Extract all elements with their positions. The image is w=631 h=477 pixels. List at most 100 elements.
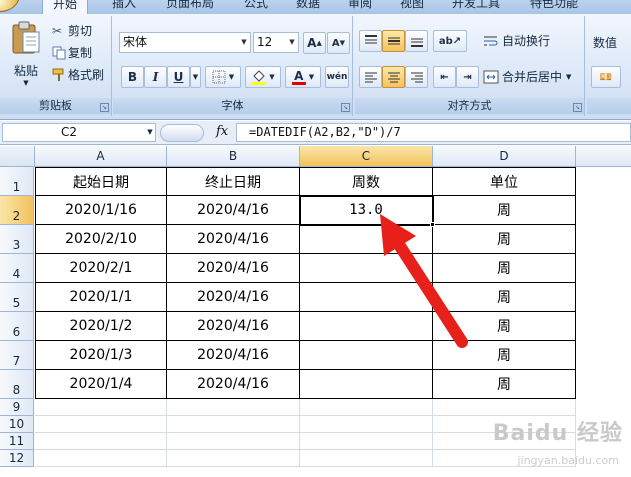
table-cell[interactable]: 2020/2/10 [35, 225, 167, 254]
empty-cell[interactable] [433, 399, 576, 416]
shrink-font-button[interactable]: A ▼ [327, 32, 350, 54]
row-header[interactable]: 10 [0, 416, 34, 433]
align-right-button[interactable] [405, 66, 428, 88]
header-cell-unit[interactable]: 单位 [433, 167, 576, 196]
header-cell-weeks[interactable]: 周数 [300, 167, 433, 196]
column-header-a[interactable]: A [35, 146, 167, 167]
tab-page-layout[interactable]: 页面布局 [166, 0, 214, 14]
office-button[interactable] [0, 0, 20, 12]
cut-button[interactable]: ✂ 剪切 [52, 22, 92, 39]
chevron-down-icon[interactable]: ▼ [566, 73, 571, 81]
align-bottom-button[interactable] [405, 30, 428, 52]
tab-data[interactable]: 数据 [296, 0, 320, 14]
table-cell[interactable]: 2020/4/16 [167, 370, 300, 399]
paste-button[interactable]: 粘贴 ▼ [6, 20, 46, 98]
table-cell[interactable]: 2020/4/16 [167, 225, 300, 254]
row-header[interactable]: 9 [0, 399, 34, 416]
underline-button[interactable]: U [167, 66, 190, 88]
font-launcher-icon[interactable]: ↘ [341, 103, 350, 112]
row-header[interactable]: 3 [0, 225, 34, 254]
formula-bar-resize-handle[interactable] [160, 124, 204, 142]
format-painter-button[interactable]: 格式刷 [52, 66, 104, 83]
empty-cell[interactable] [300, 416, 433, 433]
name-box[interactable]: C2 [2, 123, 156, 142]
row-header[interactable]: 5 [0, 283, 34, 312]
phonetic-button[interactable]: wén [325, 66, 349, 88]
increase-indent-button[interactable]: ⇥ [456, 66, 479, 88]
row-header[interactable]: 2 [0, 196, 34, 225]
empty-cell[interactable] [167, 416, 300, 433]
align-center-button[interactable] [382, 66, 405, 88]
copy-button[interactable]: 复制 [52, 44, 92, 61]
table-cell[interactable]: 2020/4/16 [167, 283, 300, 312]
italic-button[interactable]: I [144, 66, 167, 88]
tab-view[interactable]: 视图 [400, 0, 424, 14]
wrap-text-button[interactable]: 自动换行 [483, 32, 550, 49]
empty-cell[interactable] [167, 450, 300, 467]
row-header[interactable]: 1 [0, 167, 34, 196]
empty-cell[interactable] [167, 399, 300, 416]
align-top-button[interactable] [359, 30, 382, 52]
table-cell[interactable]: 2020/4/16 [167, 341, 300, 370]
empty-cell[interactable] [35, 416, 167, 433]
grow-font-button[interactable]: A ▲ [303, 32, 326, 54]
borders-button[interactable]: ▼ [205, 66, 241, 88]
empty-cell[interactable] [300, 450, 433, 467]
chevron-down-icon[interactable]: ▼ [286, 33, 298, 52]
currency-button[interactable]: 💴 [591, 66, 621, 88]
row-header[interactable]: 11 [0, 433, 34, 450]
header-cell-end-date[interactable]: 终止日期 [167, 167, 300, 196]
underline-dropdown[interactable]: ▼ [190, 66, 201, 88]
font-color-button[interactable]: A ▼ [285, 66, 321, 88]
font-size-combo[interactable]: 12 ▼ [253, 32, 299, 53]
row-header[interactable]: 7 [0, 341, 34, 370]
decrease-indent-button[interactable]: ⇤ [433, 66, 456, 88]
column-header-c[interactable]: C [300, 146, 433, 167]
bold-button[interactable]: B [121, 66, 144, 88]
align-middle-button[interactable] [382, 30, 405, 52]
select-all-corner[interactable] [0, 146, 35, 167]
tab-home[interactable]: 开始 [42, 0, 89, 14]
table-cell[interactable]: 2020/1/3 [35, 341, 167, 370]
row-header[interactable]: 12 [0, 450, 34, 467]
merge-center-button[interactable]: 合并后居中 ▼ [483, 68, 571, 85]
orientation-button[interactable]: ab↗ [433, 30, 467, 52]
insert-function-icon[interactable]: fx [216, 124, 228, 139]
table-cell[interactable]: 2020/4/16 [167, 196, 300, 225]
row-header[interactable]: 8 [0, 370, 34, 399]
clipboard-launcher-icon[interactable]: ↘ [100, 103, 109, 112]
tab-review[interactable]: 审阅 [348, 0, 372, 14]
column-header-b[interactable]: B [167, 146, 300, 167]
column-header-e[interactable] [576, 146, 631, 167]
table-cell[interactable]: 2020/4/16 [167, 254, 300, 283]
chevron-down-icon[interactable]: ▼ [238, 33, 250, 52]
empty-cell[interactable] [167, 433, 300, 450]
column-header-d[interactable]: D [433, 146, 576, 167]
empty-cell[interactable] [35, 450, 167, 467]
table-cell[interactable] [300, 370, 433, 399]
number-format-combo[interactable]: 数值 [593, 34, 617, 51]
table-cell[interactable]: 2020/1/16 [35, 196, 167, 225]
tab-developer[interactable]: 开发工具 [452, 0, 500, 14]
row-header[interactable]: 6 [0, 312, 34, 341]
empty-cell[interactable] [300, 433, 433, 450]
table-cell[interactable]: 2020/1/1 [35, 283, 167, 312]
tab-insert[interactable]: 插入 [112, 0, 136, 14]
table-cell[interactable]: 2020/4/16 [167, 312, 300, 341]
formula-input[interactable]: =DATEDIF(A2,B2,"D")/7 [236, 123, 631, 142]
row-header[interactable]: 4 [0, 254, 34, 283]
table-cell[interactable]: 2020/1/2 [35, 312, 167, 341]
empty-cell[interactable] [35, 399, 167, 416]
tab-special-features[interactable]: 特色功能 [530, 0, 578, 14]
tab-formulas[interactable]: 公式 [244, 0, 268, 14]
header-cell-start-date[interactable]: 起始日期 [35, 167, 167, 196]
table-cell[interactable]: 2020/1/4 [35, 370, 167, 399]
chevron-down-icon[interactable]: ▼ [144, 123, 156, 142]
align-left-button[interactable] [359, 66, 382, 88]
table-cell[interactable]: 2020/2/1 [35, 254, 167, 283]
fill-color-button[interactable]: ▼ [245, 66, 281, 88]
table-cell[interactable]: 周 [433, 370, 576, 399]
font-name-combo[interactable]: 宋体 ▼ [119, 32, 251, 53]
alignment-launcher-icon[interactable]: ↘ [573, 103, 582, 112]
empty-cell[interactable] [300, 399, 433, 416]
